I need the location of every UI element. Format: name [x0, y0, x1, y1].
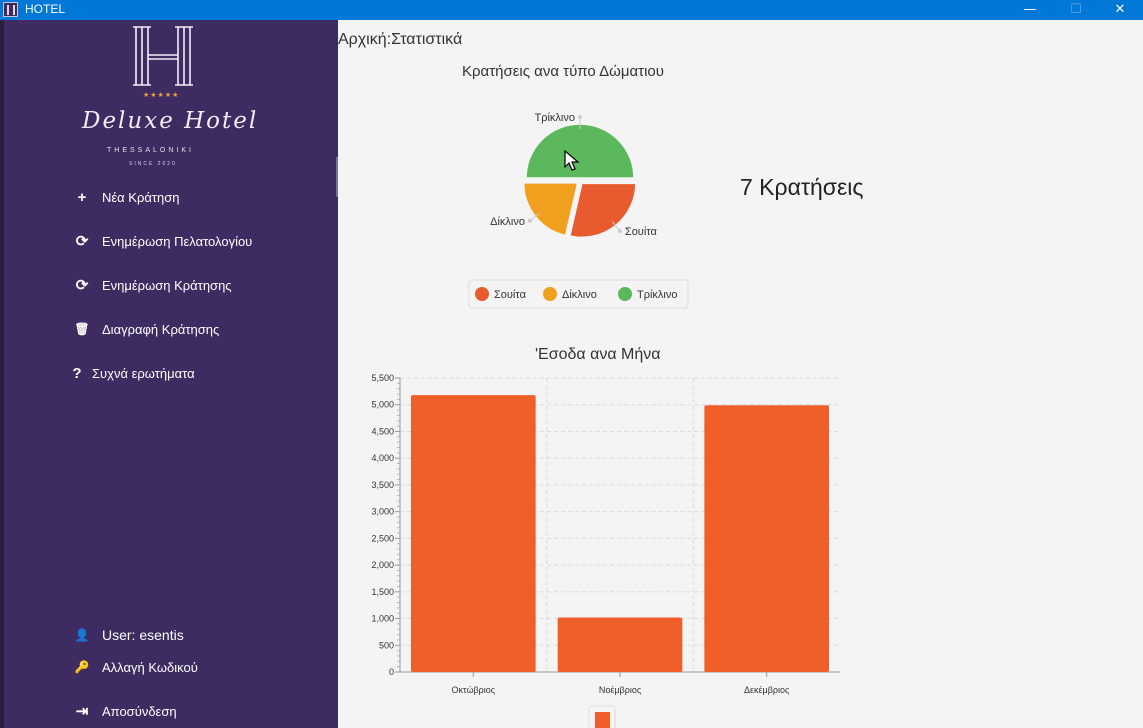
sidebar-edge [0, 20, 4, 728]
legend-swatch [475, 287, 489, 301]
menu-new-booking[interactable]: + Νέα Κράτηση [70, 184, 338, 210]
pie-slice-label: Σουίτα [625, 226, 658, 238]
menu-label: Ενημέρωση Κράτησης [102, 277, 232, 293]
menu-label: Διαγραφή Κράτησης [102, 321, 220, 337]
question-icon: ? [72, 364, 82, 382]
pie-slice-label: Τρίκλινο [535, 112, 575, 124]
y-tick-label: 4,000 [371, 453, 394, 463]
bar[interactable] [704, 405, 829, 672]
y-tick-label: 2,000 [371, 560, 394, 570]
hotel-logo-icon [133, 26, 193, 86]
y-tick-label: 4,500 [371, 426, 394, 436]
menu-faq[interactable]: ? Συχνά ερωτήματα [70, 360, 338, 386]
hotel-since: SINCE 2020 [129, 161, 177, 167]
y-tick-label: 3,000 [371, 507, 394, 517]
menu-label: Συχνά ερωτήματα [92, 365, 195, 381]
mouse-cursor-icon [564, 150, 580, 171]
close-button[interactable]: ✕ [1097, 0, 1143, 20]
window-title: HOTEL [25, 2, 66, 16]
x-tick-label: Οκτώβριος [452, 685, 496, 695]
x-tick-label: Δεκέμβριος [744, 685, 790, 695]
menu-delete-booking[interactable]: 🗑 Διαγραφή Κράτησης [70, 316, 338, 342]
legend-label: Σουίτα [494, 289, 527, 301]
hotel-brand-name: Deluxe Hotel [82, 108, 259, 134]
legend-swatch [543, 287, 557, 301]
pie-label-dot [578, 115, 582, 119]
refresh-icon: ⟳ [75, 233, 89, 250]
menu-update-booking[interactable]: ⟳ Ενημέρωση Κράτησης [70, 272, 338, 298]
y-tick-label: 2,500 [371, 533, 394, 543]
user-icon: 👤 [74, 628, 90, 642]
menu-change-password[interactable]: 🔑 Αλλαγή Κωδικού [70, 654, 338, 680]
breadcrumb: Αρχική:Στατιστικά [338, 31, 463, 48]
refresh-icon: ⟳ [75, 277, 89, 294]
bar[interactable] [411, 395, 536, 672]
main-content: Αρχική:Στατιστικά Κρατήσεις ανα τύπο Δώμ… [338, 20, 1143, 728]
user-label: User: esentis [102, 627, 184, 643]
y-tick-label: 5,500 [371, 373, 394, 383]
legend-label: Δίκλινο [562, 289, 597, 301]
bar-chart: 0 500 1,000 1,500 2,000 2,500 3,000 3,500 4,000 4… [371, 373, 840, 728]
current-user: 👤 User: esentis [70, 622, 338, 648]
pie-slice-label: Δίκλινο [490, 216, 525, 228]
pie-slice-2[interactable] [525, 123, 635, 179]
menu-label: Αλλαγή Κωδικού [102, 659, 198, 675]
menu-label: Αποσύνδεση [102, 703, 177, 719]
pie-label-dot [617, 229, 622, 234]
maximize-button[interactable]: ☐ [1053, 0, 1099, 20]
x-tick-label: Νοέμβριος [599, 685, 642, 695]
window-titlebar: HOTEL — ☐ ✕ [0, 0, 1143, 20]
legend-label: Τρίκλινο [637, 289, 677, 301]
minimize-button[interactable]: — [1007, 0, 1053, 20]
hotel-rating-stars: ★★★★★ [143, 91, 180, 99]
y-tick-label: 5,000 [371, 400, 394, 410]
bar[interactable] [557, 617, 683, 672]
trash-icon: 🗑 [74, 322, 90, 336]
menu-label: Ενημέρωση Πελατολογίου [102, 233, 253, 249]
hotel-city: THESSALONIKI [107, 147, 194, 154]
pie-label-dot [527, 218, 532, 223]
pie-slice-1[interactable] [522, 182, 579, 237]
menu-logout[interactable]: ⇥ Αποσύνδεση [70, 698, 338, 724]
sidebar: ★★★★★ Deluxe Hotel THESSALONIKI SINCE 20… [0, 20, 338, 728]
pie-chart-title: Κρατήσεις ανα τύπο Δώματιου [462, 63, 664, 80]
key-icon: 🔑 [74, 660, 90, 674]
hotel-app-icon [3, 2, 18, 17]
y-tick-label: 3,500 [371, 480, 394, 490]
y-tick-label: 500 [379, 640, 394, 650]
pie-chart: Σουίτα Δίκλινο Τρίκλινο Σουίτα Δίκλινο Τρίκλι… [468, 112, 689, 309]
y-tick-label: 0 [389, 667, 394, 677]
menu-update-customers[interactable]: ⟳ Ενημέρωση Πελατολογίου [70, 228, 338, 254]
plus-icon: + [77, 188, 87, 206]
y-tick-label: 1,000 [371, 614, 394, 624]
legend-swatch [618, 287, 632, 301]
y-tick-label: 1,500 [371, 587, 394, 597]
menu-label: Νέα Κράτηση [102, 189, 180, 205]
logout-icon: ⇥ [75, 703, 89, 720]
legend-swatch [595, 712, 610, 728]
